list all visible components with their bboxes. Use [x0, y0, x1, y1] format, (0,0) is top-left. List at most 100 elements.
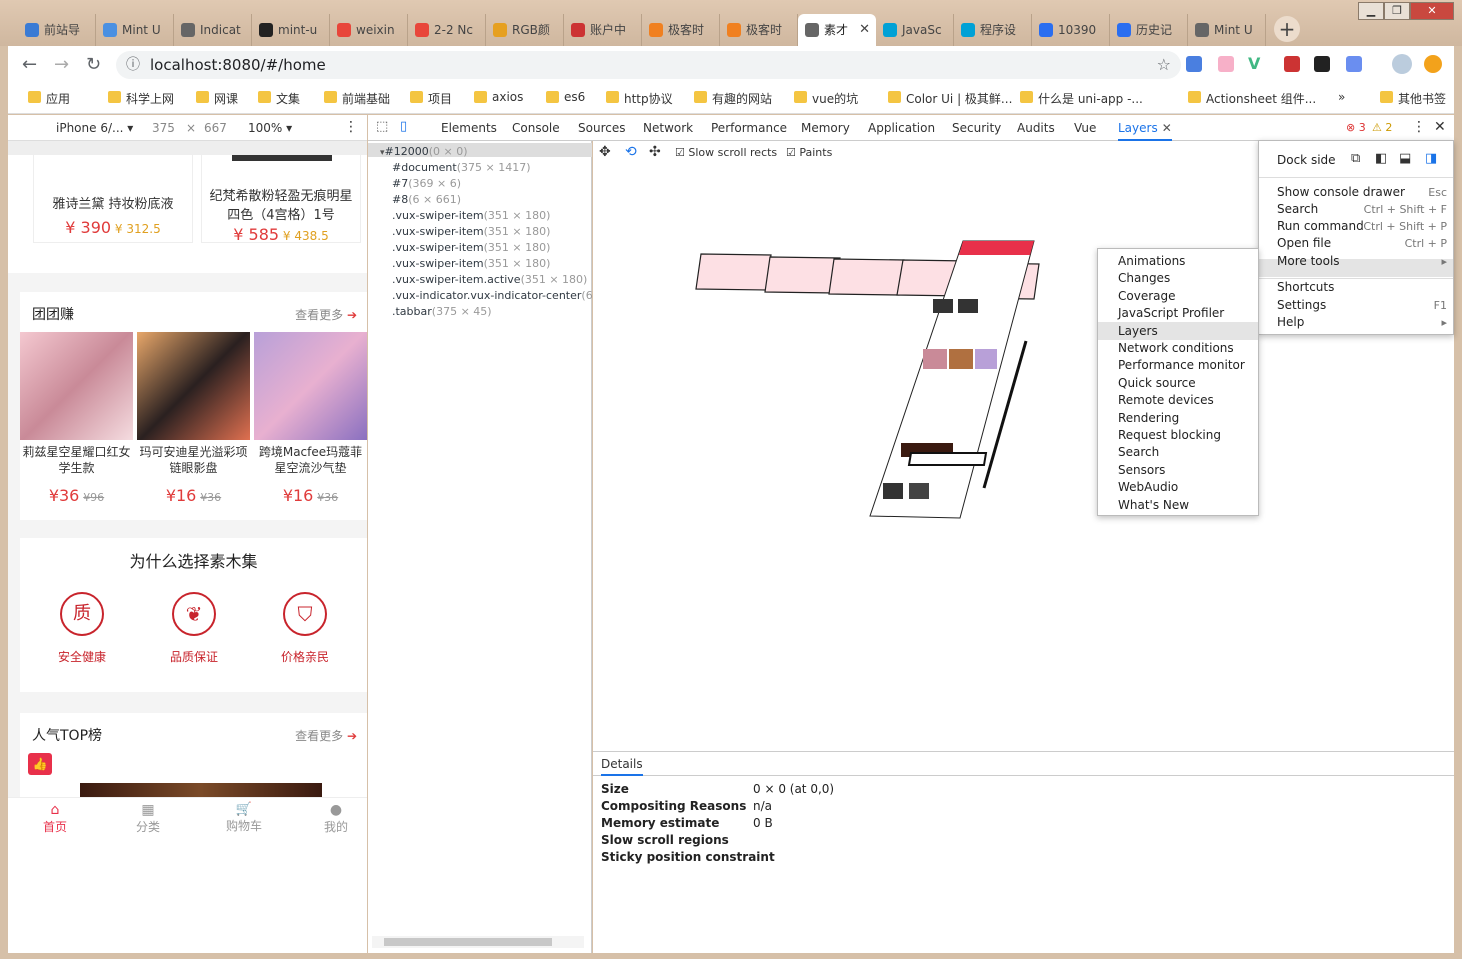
menu-item[interactable]: Run command — [1277, 219, 1364, 233]
menu-item[interactable]: Show console drawer — [1277, 185, 1405, 199]
submenu-item[interactable]: Performance monitor — [1118, 358, 1245, 372]
browser-tab[interactable]: JavaSc — [876, 14, 954, 46]
devtools-tab-elements[interactable]: Elements — [441, 121, 497, 135]
submenu-item[interactable]: Coverage — [1118, 289, 1176, 303]
product-card[interactable]: 纪梵希散粉轻盈无痕明星四色（4宫格）1号 ¥ 585 ¥ 438.5 — [201, 155, 361, 244]
update-icon[interactable] — [1424, 55, 1442, 73]
submenu-item[interactable]: Animations — [1118, 254, 1185, 268]
pan-mode-icon[interactable]: ✥ — [599, 144, 611, 160]
browser-tab[interactable]: 素才 ✕ — [798, 14, 876, 46]
devtools-tab-console[interactable]: Console — [512, 121, 560, 135]
submenu-item[interactable]: Search — [1118, 445, 1159, 459]
details-tab[interactable]: Details — [601, 757, 643, 776]
avatar[interactable] — [1392, 54, 1412, 74]
browser-tab[interactable]: weixin — [330, 14, 408, 46]
browser-tab[interactable]: mint-u — [252, 14, 330, 46]
browser-tab[interactable]: 极客时 — [642, 14, 720, 46]
devtools-tab-vue[interactable]: Vue — [1074, 121, 1096, 135]
tabbar-mine[interactable]: ● 我的 — [314, 802, 358, 835]
new-tab-button[interactable]: + — [1274, 16, 1300, 42]
bookmark-item[interactable]: 科学上网 — [108, 90, 174, 107]
info-icon[interactable]: ⓘ — [126, 51, 140, 79]
rotate-mode-icon[interactable]: ⟲ — [625, 144, 637, 160]
zoom-select[interactable]: 100% ▾ — [248, 121, 292, 135]
devtools-tab-performance[interactable]: Performance — [711, 121, 787, 135]
bookmark-item[interactable]: 文集 — [258, 90, 300, 107]
see-more-link[interactable]: 查看更多 ➔ — [295, 727, 357, 744]
browser-tab[interactable]: 前站导 — [18, 14, 96, 46]
see-more-link[interactable]: 查看更多 ➔ — [295, 306, 357, 323]
devtools-tab-sources[interactable]: Sources — [578, 121, 625, 135]
device-toggle-icon[interactable]: ▯ — [400, 119, 407, 134]
bookmark-item[interactable]: 网课 — [196, 90, 238, 107]
submenu-item[interactable]: Network conditions — [1118, 341, 1234, 355]
address-bar[interactable]: ⓘ localhost:8080/#/home ☆ — [116, 51, 1181, 79]
devtools-tab-security[interactable]: Security — [952, 121, 1001, 135]
devtools-tab-layers[interactable]: Layers ✕ — [1118, 121, 1172, 141]
layer-tree-item[interactable]: #7(369 × 6) — [392, 177, 461, 190]
bookmark-item[interactable]: vue的坑 — [794, 90, 858, 107]
layer-tree-item[interactable]: #document(375 × 1417) — [392, 161, 531, 174]
device-select[interactable]: iPhone 6/... ▾ — [56, 121, 133, 135]
reload-button[interactable]: ↻ — [86, 54, 101, 75]
device-height[interactable]: 667 — [204, 121, 227, 135]
menu-item[interactable]: Help — [1277, 315, 1304, 329]
extension-icon[interactable] — [1218, 56, 1234, 72]
product-image[interactable] — [20, 332, 133, 440]
layer-tree-item[interactable]: .vux-swiper-item(351 × 180) — [392, 257, 550, 270]
devtools-close-icon[interactable]: ✕ — [1434, 119, 1446, 135]
minimize-button[interactable]: ▁ — [1358, 2, 1384, 20]
browser-tab[interactable]: Indicat — [174, 14, 252, 46]
menu-item[interactable]: Settings — [1277, 298, 1326, 312]
paints-checkbox[interactable]: ☑ Paints — [786, 146, 832, 159]
browser-tab[interactable]: Mint U — [1188, 14, 1266, 46]
tabbar-home[interactable]: ⌂ 首页 — [33, 802, 77, 835]
reset-transform-icon[interactable]: ✣ — [649, 144, 661, 160]
warning-count[interactable]: ⚠ 2 — [1372, 121, 1392, 134]
dock-right-icon[interactable]: ◨ — [1425, 151, 1437, 166]
submenu-item[interactable]: Sensors — [1118, 463, 1165, 477]
bookmark-item[interactable]: 应用 — [28, 90, 70, 107]
product-card[interactable]: 雅诗兰黛 持妆粉底液 ¥ 390 ¥ 312.5 — [33, 155, 193, 243]
bookmark-star-icon[interactable]: ☆ — [1157, 51, 1171, 79]
menu-item[interactable]: Shortcuts — [1277, 280, 1334, 294]
layer-tree-item[interactable]: ▾#12000(0 × 0) — [380, 145, 468, 158]
tab-close-icon[interactable]: ✕ — [859, 14, 870, 46]
bookmark-item[interactable]: 项目 — [410, 90, 452, 107]
submenu-item[interactable]: Quick source — [1118, 376, 1196, 390]
submenu-item[interactable]: Rendering — [1118, 411, 1179, 425]
devtools-tab-network[interactable]: Network — [643, 121, 693, 135]
browser-tab[interactable]: 2-2 Nc — [408, 14, 486, 46]
bookmark-item[interactable]: 其他书签 — [1380, 90, 1446, 107]
layer-tree-item[interactable]: .vux-indicator.vux-indicator-center(60 — [392, 289, 600, 302]
browser-tab[interactable]: 程序设 — [954, 14, 1032, 46]
layer-tree-item[interactable]: .vux-swiper-item(351 × 180) — [392, 241, 550, 254]
slow-scroll-checkbox[interactable]: ☑ Slow scroll rects — [675, 146, 777, 159]
bookmark-item[interactable]: » — [1338, 90, 1345, 104]
browser-tab[interactable]: 历史记 — [1110, 14, 1188, 46]
layer-tree-item[interactable]: #8(6 × 661) — [392, 193, 461, 206]
browser-tab[interactable]: 极客时 — [720, 14, 798, 46]
browser-tab[interactable]: Mint U — [96, 14, 174, 46]
layer-tree-item[interactable]: .vux-swiper-item(351 × 180) — [392, 209, 550, 222]
translate-extension-icon[interactable] — [1186, 56, 1202, 72]
extension-icon[interactable] — [1346, 56, 1362, 72]
submenu-item[interactable]: Changes — [1118, 271, 1170, 285]
submenu-item[interactable]: WebAudio — [1118, 480, 1178, 494]
extension-icon[interactable] — [1284, 56, 1300, 72]
layer-tree-item[interactable]: .vux-swiper-item(351 × 180) — [392, 225, 550, 238]
browser-tab[interactable]: 10390 — [1032, 14, 1110, 46]
submenu-item[interactable]: Request blocking — [1118, 428, 1221, 442]
vue-devtools-icon[interactable]: V — [1248, 54, 1260, 73]
bookmark-item[interactable]: 什么是 uni-app -... — [1020, 90, 1143, 107]
menu-item[interactable]: Search — [1277, 202, 1318, 216]
bookmark-item[interactable]: es6 — [546, 90, 585, 104]
tabbar-cart[interactable]: 🛒 购物车 — [216, 802, 272, 834]
browser-tab[interactable]: RGB颜 — [486, 14, 564, 46]
bookmark-item[interactable]: Actionsheet 组件... — [1188, 90, 1316, 107]
submenu-item[interactable]: JavaScript Profiler — [1118, 306, 1224, 320]
bookmark-item[interactable]: axios — [474, 90, 523, 104]
bookmark-item[interactable]: http协议 — [606, 90, 673, 107]
device-width[interactable]: 375 — [152, 121, 175, 135]
extension-icon[interactable] — [1314, 56, 1330, 72]
